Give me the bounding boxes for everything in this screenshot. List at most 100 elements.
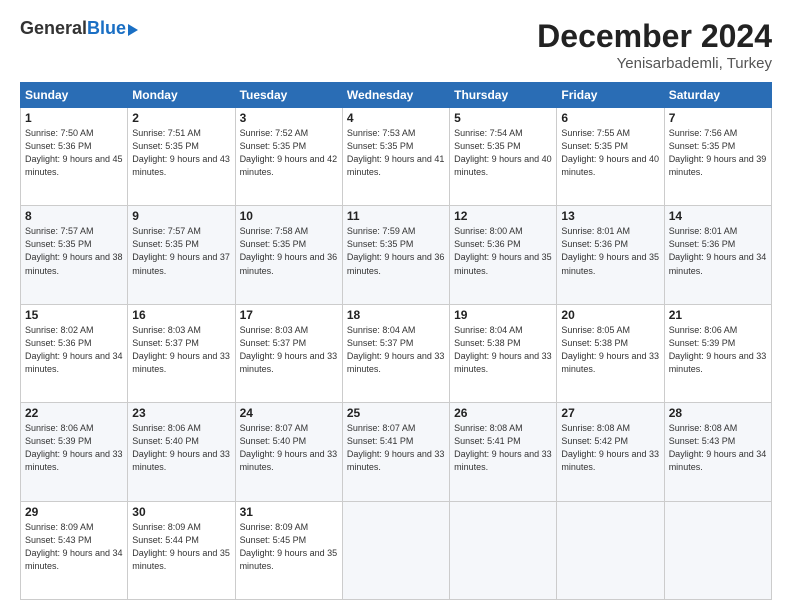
day-number: 26 xyxy=(454,406,552,420)
day-number: 4 xyxy=(347,111,445,125)
day-number: 24 xyxy=(240,406,338,420)
title-section: December 2024 Yenisarbademli, Turkey xyxy=(537,18,772,72)
day-info: Sunrise: 7:51 AM Sunset: 5:35 PM Dayligh… xyxy=(132,127,230,179)
day-number: 3 xyxy=(240,111,338,125)
weekday-header: Friday xyxy=(557,83,664,108)
calendar-week-row: 1 Sunrise: 7:50 AM Sunset: 5:36 PM Daylig… xyxy=(21,108,772,206)
location-subtitle: Yenisarbademli, Turkey xyxy=(537,55,772,72)
day-info: Sunrise: 8:05 AM Sunset: 5:38 PM Dayligh… xyxy=(561,324,659,376)
day-number: 16 xyxy=(132,308,230,322)
calendar-body: 1 Sunrise: 7:50 AM Sunset: 5:36 PM Daylig… xyxy=(21,108,772,600)
day-number: 25 xyxy=(347,406,445,420)
calendar-table: SundayMondayTuesdayWednesdayThursdayFrid… xyxy=(20,82,772,600)
day-number: 20 xyxy=(561,308,659,322)
day-info: Sunrise: 8:00 AM Sunset: 5:36 PM Dayligh… xyxy=(454,225,552,277)
day-info: Sunrise: 7:57 AM Sunset: 5:35 PM Dayligh… xyxy=(132,225,230,277)
weekday-header: Thursday xyxy=(450,83,557,108)
day-info: Sunrise: 8:07 AM Sunset: 5:40 PM Dayligh… xyxy=(240,422,338,474)
day-number: 29 xyxy=(25,505,123,519)
day-number: 22 xyxy=(25,406,123,420)
calendar-cell xyxy=(450,501,557,599)
weekday-header: Wednesday xyxy=(342,83,449,108)
day-info: Sunrise: 7:52 AM Sunset: 5:35 PM Dayligh… xyxy=(240,127,338,179)
calendar-cell xyxy=(664,501,771,599)
calendar-cell xyxy=(557,501,664,599)
calendar-cell: 24 Sunrise: 8:07 AM Sunset: 5:40 PM Dayli… xyxy=(235,403,342,501)
day-number: 7 xyxy=(669,111,767,125)
calendar-cell xyxy=(342,501,449,599)
calendar-week-row: 22 Sunrise: 8:06 AM Sunset: 5:39 PM Dayli… xyxy=(21,403,772,501)
calendar-cell: 15Sunrise: 8:02 AM Sunset: 5:36 PM Dayli… xyxy=(21,304,128,402)
day-number: 31 xyxy=(240,505,338,519)
day-number: 9 xyxy=(132,209,230,223)
day-number: 8 xyxy=(25,209,123,223)
day-info: Sunrise: 8:08 AM Sunset: 5:42 PM Dayligh… xyxy=(561,422,659,474)
calendar-cell: 5Sunrise: 7:54 AM Sunset: 5:35 PM Daylig… xyxy=(450,108,557,206)
day-info: Sunrise: 7:56 AM Sunset: 5:35 PM Dayligh… xyxy=(669,127,767,179)
day-number: 15 xyxy=(25,308,123,322)
calendar-header-row: SundayMondayTuesdayWednesdayThursdayFrid… xyxy=(21,83,772,108)
header: General Blue December 2024 Yenisarbademl… xyxy=(20,18,772,72)
calendar-week-row: 29 Sunrise: 8:09 AM Sunset: 5:43 PM Dayli… xyxy=(21,501,772,599)
day-info: Sunrise: 8:03 AM Sunset: 5:37 PM Dayligh… xyxy=(240,324,338,376)
calendar-cell: 23Sunrise: 8:06 AM Sunset: 5:40 PM Dayli… xyxy=(128,403,235,501)
day-info: Sunrise: 8:01 AM Sunset: 5:36 PM Dayligh… xyxy=(669,225,767,277)
logo-blue: Blue xyxy=(87,18,126,39)
weekday-header: Monday xyxy=(128,83,235,108)
calendar-cell: 16Sunrise: 8:03 AM Sunset: 5:37 PM Dayli… xyxy=(128,304,235,402)
day-info: Sunrise: 7:55 AM Sunset: 5:35 PM Dayligh… xyxy=(561,127,659,179)
calendar-cell: 25 Sunrise: 8:07 AM Sunset: 5:41 PM Dayli… xyxy=(342,403,449,501)
logo-general: General xyxy=(20,18,87,39)
day-number: 11 xyxy=(347,209,445,223)
calendar-cell: 13Sunrise: 8:01 AM Sunset: 5:36 PM Dayli… xyxy=(557,206,664,304)
calendar-cell: 11Sunrise: 7:59 AM Sunset: 5:35 PM Dayli… xyxy=(342,206,449,304)
calendar-cell: 9 Sunrise: 7:57 AM Sunset: 5:35 PM Daylig… xyxy=(128,206,235,304)
logo: General Blue xyxy=(20,18,138,39)
calendar-week-row: 8 Sunrise: 7:57 AM Sunset: 5:35 PM Daylig… xyxy=(21,206,772,304)
calendar-cell: 14Sunrise: 8:01 AM Sunset: 5:36 PM Dayli… xyxy=(664,206,771,304)
day-number: 5 xyxy=(454,111,552,125)
calendar-cell: 6 Sunrise: 7:55 AM Sunset: 5:35 PM Daylig… xyxy=(557,108,664,206)
day-number: 2 xyxy=(132,111,230,125)
day-number: 13 xyxy=(561,209,659,223)
day-number: 19 xyxy=(454,308,552,322)
day-info: Sunrise: 8:08 AM Sunset: 5:43 PM Dayligh… xyxy=(669,422,767,474)
calendar-cell: 26 Sunrise: 8:08 AM Sunset: 5:41 PM Dayli… xyxy=(450,403,557,501)
calendar-cell: 18Sunrise: 8:04 AM Sunset: 5:37 PM Dayli… xyxy=(342,304,449,402)
day-number: 17 xyxy=(240,308,338,322)
calendar-cell: 21 Sunrise: 8:06 AM Sunset: 5:39 PM Dayli… xyxy=(664,304,771,402)
day-info: Sunrise: 8:09 AM Sunset: 5:43 PM Dayligh… xyxy=(25,521,123,573)
day-number: 30 xyxy=(132,505,230,519)
day-info: Sunrise: 8:06 AM Sunset: 5:39 PM Dayligh… xyxy=(25,422,123,474)
calendar-cell: 31 Sunrise: 8:09 AM Sunset: 5:45 PM Dayli… xyxy=(235,501,342,599)
month-title: December 2024 xyxy=(537,18,772,55)
calendar-cell: 7 Sunrise: 7:56 AM Sunset: 5:35 PM Daylig… xyxy=(664,108,771,206)
day-info: Sunrise: 7:53 AM Sunset: 5:35 PM Dayligh… xyxy=(347,127,445,179)
day-number: 21 xyxy=(669,308,767,322)
day-number: 10 xyxy=(240,209,338,223)
calendar-cell: 20 Sunrise: 8:05 AM Sunset: 5:38 PM Dayli… xyxy=(557,304,664,402)
day-info: Sunrise: 7:50 AM Sunset: 5:36 PM Dayligh… xyxy=(25,127,123,179)
calendar-week-row: 15Sunrise: 8:02 AM Sunset: 5:36 PM Dayli… xyxy=(21,304,772,402)
day-number: 23 xyxy=(132,406,230,420)
day-info: Sunrise: 8:06 AM Sunset: 5:39 PM Dayligh… xyxy=(669,324,767,376)
day-info: Sunrise: 8:08 AM Sunset: 5:41 PM Dayligh… xyxy=(454,422,552,474)
calendar-cell: 4 Sunrise: 7:53 AM Sunset: 5:35 PM Daylig… xyxy=(342,108,449,206)
calendar-cell: 1 Sunrise: 7:50 AM Sunset: 5:36 PM Daylig… xyxy=(21,108,128,206)
day-info: Sunrise: 8:09 AM Sunset: 5:44 PM Dayligh… xyxy=(132,521,230,573)
weekday-header: Tuesday xyxy=(235,83,342,108)
calendar-cell: 19 Sunrise: 8:04 AM Sunset: 5:38 PM Dayli… xyxy=(450,304,557,402)
calendar-cell: 17 Sunrise: 8:03 AM Sunset: 5:37 PM Dayli… xyxy=(235,304,342,402)
day-info: Sunrise: 7:57 AM Sunset: 5:35 PM Dayligh… xyxy=(25,225,123,277)
weekday-header: Sunday xyxy=(21,83,128,108)
day-number: 1 xyxy=(25,111,123,125)
calendar-page: General Blue December 2024 Yenisarbademl… xyxy=(0,0,792,612)
day-number: 6 xyxy=(561,111,659,125)
day-number: 12 xyxy=(454,209,552,223)
day-info: Sunrise: 8:09 AM Sunset: 5:45 PM Dayligh… xyxy=(240,521,338,573)
day-info: Sunrise: 7:58 AM Sunset: 5:35 PM Dayligh… xyxy=(240,225,338,277)
day-info: Sunrise: 8:07 AM Sunset: 5:41 PM Dayligh… xyxy=(347,422,445,474)
calendar-cell: 27Sunrise: 8:08 AM Sunset: 5:42 PM Dayli… xyxy=(557,403,664,501)
weekday-header: Saturday xyxy=(664,83,771,108)
day-info: Sunrise: 8:04 AM Sunset: 5:38 PM Dayligh… xyxy=(454,324,552,376)
